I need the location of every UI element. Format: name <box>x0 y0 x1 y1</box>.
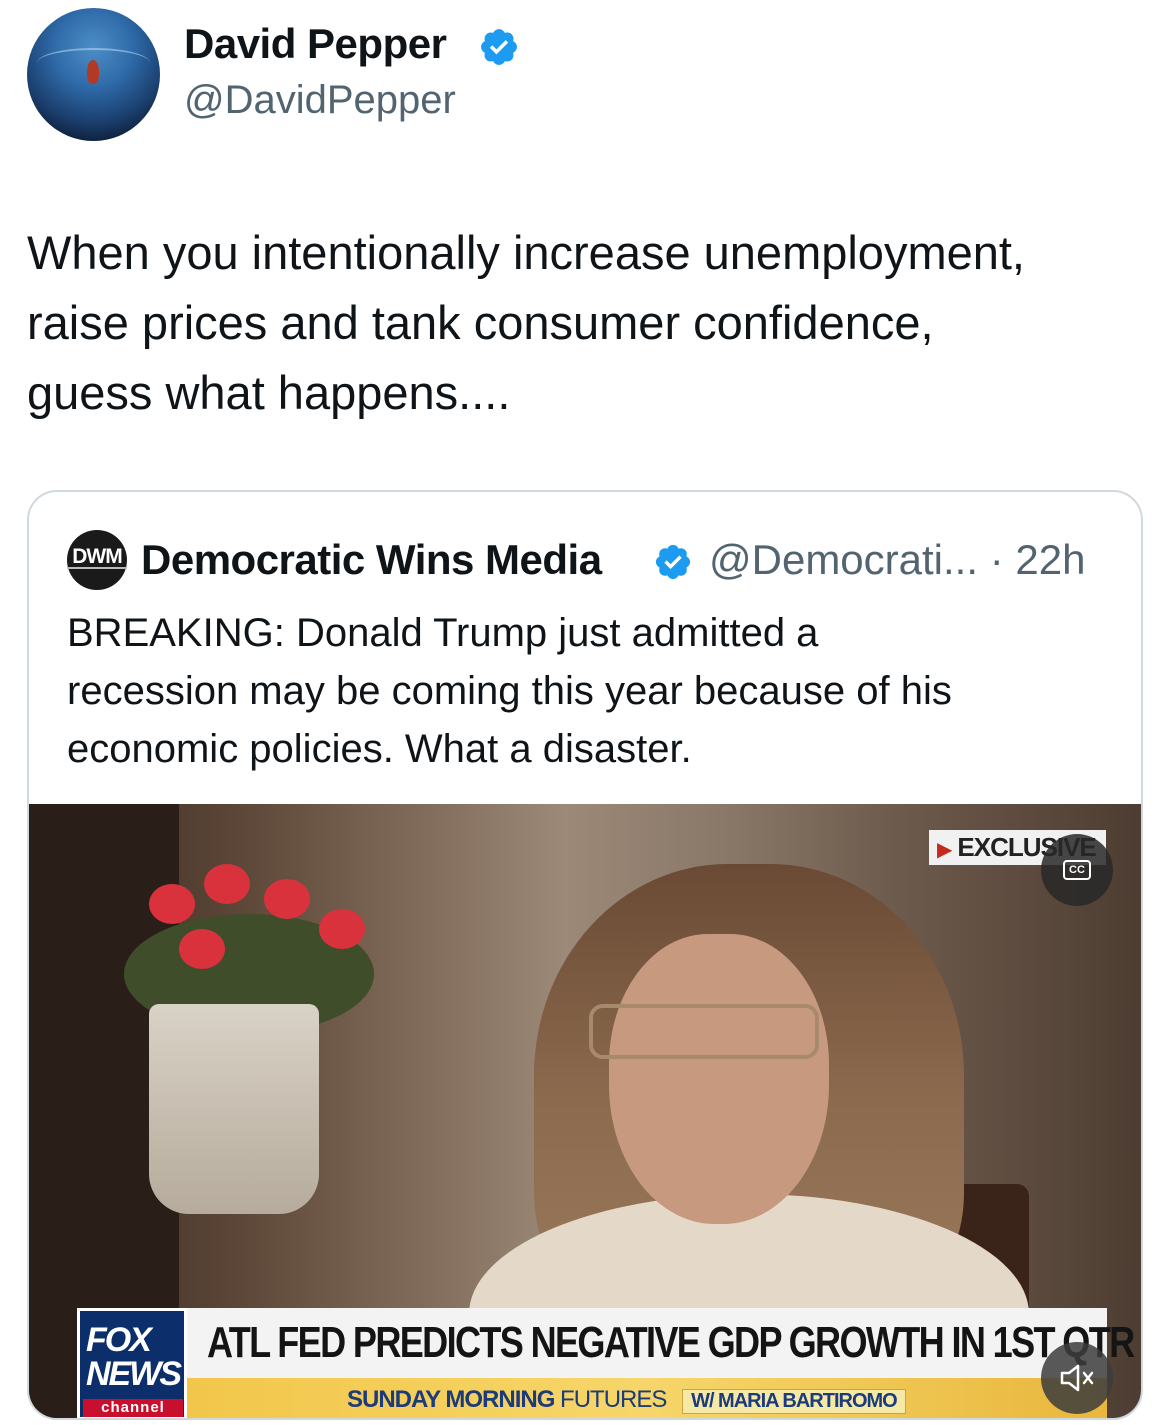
author-avatar[interactable] <box>27 8 160 141</box>
author-name[interactable]: David Pepper <box>184 20 447 68</box>
closed-captions-button[interactable]: CC <box>1041 834 1113 906</box>
verified-badge-icon <box>655 544 691 580</box>
quoted-author-avatar[interactable]: DWM <box>67 530 127 590</box>
show-host: W/ MARIA BARTIROMO <box>682 1389 906 1414</box>
fox-news-logo: FOX NEWS channel <box>77 1308 187 1418</box>
quoted-text-line: recession may be coming this year becaus… <box>67 669 952 713</box>
video-flower <box>204 864 250 904</box>
author-handle[interactable]: @DavidPepper <box>184 78 456 123</box>
quoted-text-line: economic policies. What a disaster. <box>67 727 692 771</box>
show-title-bar: SUNDAY MORNING FUTURES W/ MARIA BARTIROM… <box>187 1378 1107 1418</box>
quoted-avatar-underline <box>67 567 127 569</box>
video-flower <box>179 929 225 969</box>
logo-text-news: NEWS <box>86 1355 182 1393</box>
avatar-kayak-decoration <box>87 60 99 84</box>
video-flower <box>149 884 195 924</box>
unmute-button[interactable] <box>1041 1342 1113 1414</box>
quoted-author-name[interactable]: Democratic Wins Media <box>141 536 602 584</box>
quoted-text-line: BREAKING: Donald Trump just admitted a <box>67 611 819 655</box>
verified-badge-icon <box>481 29 517 65</box>
tweet-text-line: guess what happens.... <box>27 366 511 419</box>
video-person-glasses <box>589 1004 819 1059</box>
logo-text-channel: channel <box>83 1399 183 1417</box>
tweet-text-line: raise prices and tank consumer confidenc… <box>27 296 934 349</box>
quoted-avatar-logo-text: DWM <box>72 545 122 568</box>
video-flower <box>319 909 365 949</box>
speaker-muted-icon <box>1060 1364 1094 1392</box>
show-title-sub: FUTURES <box>560 1386 667 1413</box>
news-headline: ATL FED PREDICTS NEGATIVE GDP GROWTH IN … <box>207 1318 1135 1367</box>
news-lower-third: FOX NEWS channel ATL FED PREDICTS NEGATI… <box>77 1308 1141 1418</box>
quoted-author-handle-time[interactable]: @Democrati... · 22h <box>709 536 1085 584</box>
quoted-tweet-text: BREAKING: Donald Trump just admitted a r… <box>67 604 1117 778</box>
tweet-text-line: When you intentionally increase unemploy… <box>27 226 1025 279</box>
headline-bar: ATL FED PREDICTS NEGATIVE GDP GROWTH IN … <box>187 1308 1135 1378</box>
embedded-video[interactable]: ▶ EXCLUSIVE CC FOX NEWS channel ATL FED P… <box>29 804 1141 1418</box>
quoted-tweet-card[interactable]: DWM Democratic Wins Media @Democrati... … <box>27 490 1143 1420</box>
video-flower <box>264 879 310 919</box>
show-title-main: SUNDAY MORNING <box>347 1386 555 1413</box>
play-triangle-icon: ▶ <box>937 839 952 861</box>
closed-captions-icon: CC <box>1063 860 1091 880</box>
video-person-face <box>609 934 829 1224</box>
tweet-text: When you intentionally increase unemploy… <box>27 218 1147 428</box>
show-title: SUNDAY MORNING FUTURES W/ MARIA BARTIROM… <box>347 1386 906 1414</box>
video-flower-pot <box>149 1004 319 1214</box>
